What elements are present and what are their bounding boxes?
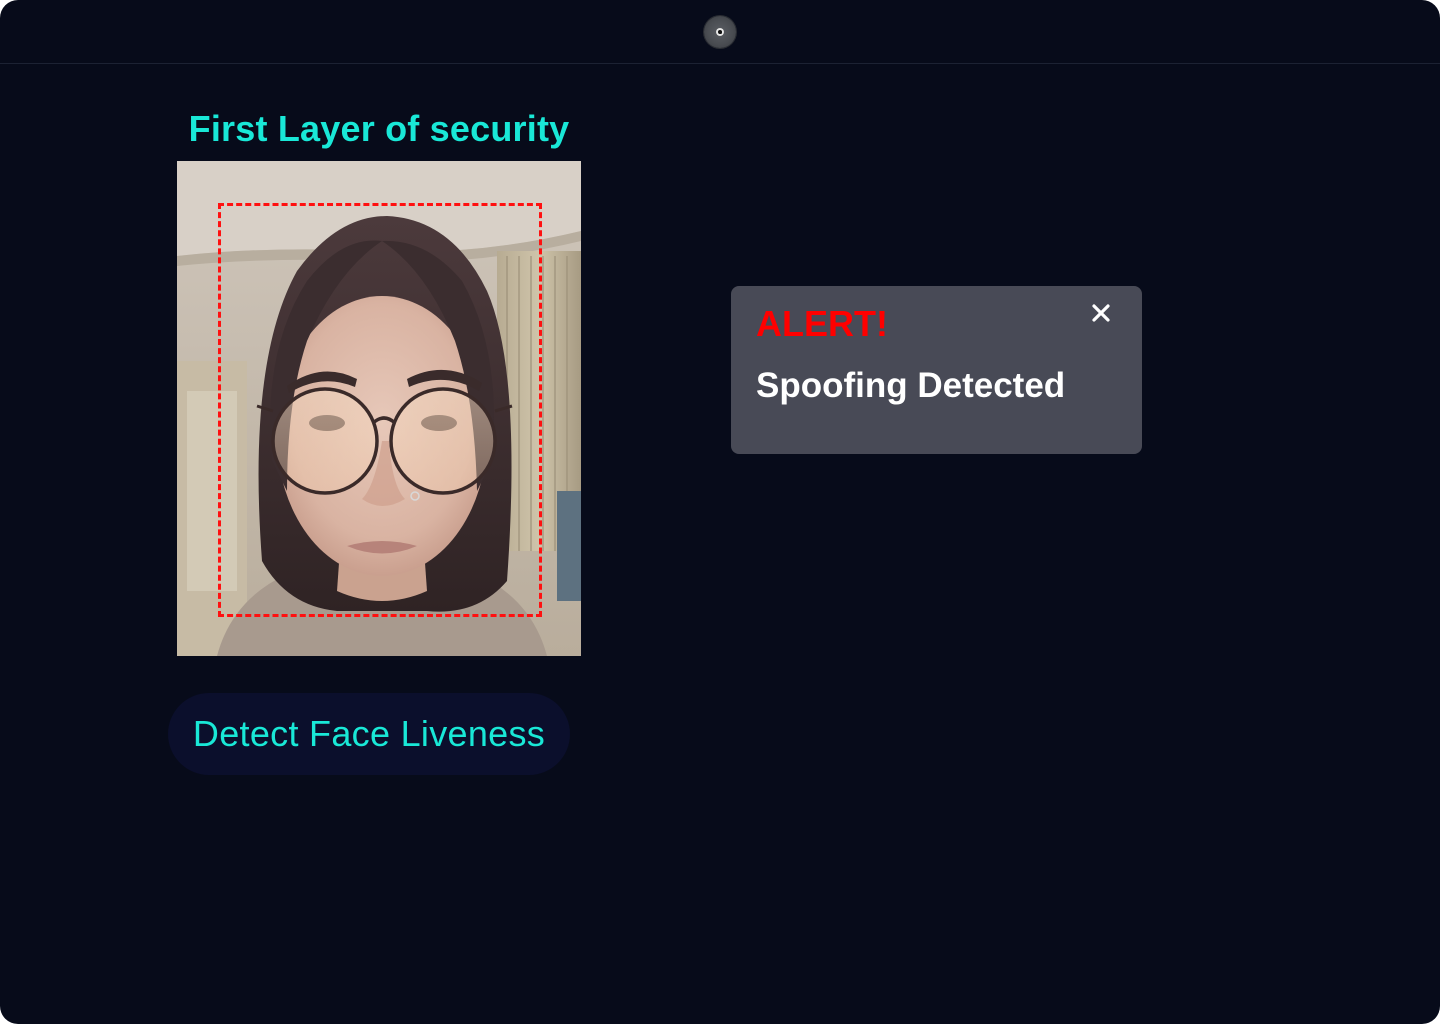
alert-dialog: ALERT! Spoofing Detected xyxy=(731,286,1142,454)
detect-face-liveness-button[interactable]: Detect Face Liveness xyxy=(168,693,570,775)
close-icon xyxy=(1092,304,1110,322)
camera-feed-image xyxy=(177,161,581,656)
alert-title: ALERT! xyxy=(756,303,888,344)
page-title: First Layer of security xyxy=(188,108,570,149)
alert-message: Spoofing Detected xyxy=(756,366,1066,405)
close-alert-button[interactable] xyxy=(1088,300,1114,326)
top-bar xyxy=(0,0,1440,64)
camera-feed xyxy=(177,161,581,656)
webcam-icon xyxy=(704,16,736,48)
webcam-lens xyxy=(716,28,724,36)
app-window: First Layer of security Detect Face Live… xyxy=(0,0,1440,1024)
